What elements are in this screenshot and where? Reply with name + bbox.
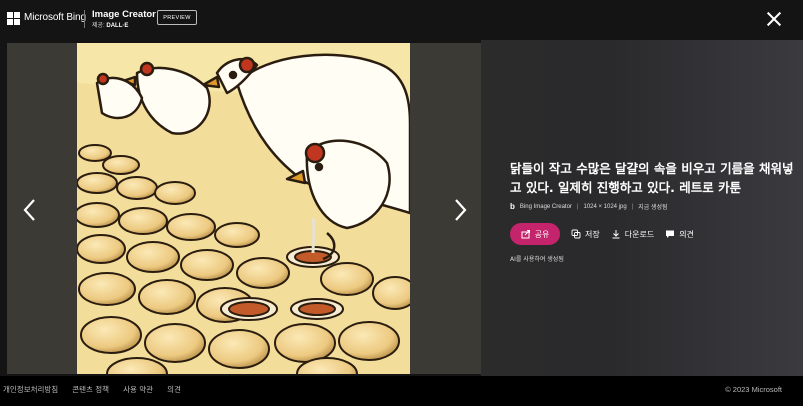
chevron-right-icon [455, 199, 467, 221]
share-icon [521, 230, 530, 239]
next-image-button[interactable] [450, 195, 470, 225]
details-panel: 닭들이 작고 수많은 달걀의 속을 비우고 기름을 채워넣고 있다. 일제히 진… [481, 40, 803, 376]
generated-image[interactable] [77, 43, 410, 374]
image-meta: b Bing Image Creator | 1024 × 1024 jpg |… [510, 202, 668, 211]
copyright: © 2023 Microsoft [725, 385, 782, 394]
share-label: 공유 [534, 229, 550, 239]
header-divider [84, 10, 85, 28]
close-icon[interactable] [765, 10, 783, 28]
feedback-label: 의견 [679, 229, 694, 239]
brand-label[interactable]: Microsoft Bing [24, 12, 86, 23]
share-button[interactable]: 공유 [510, 223, 560, 245]
product-title[interactable]: Image Creator [92, 9, 156, 20]
powered-by-name: DALL·E [106, 23, 129, 29]
bing-logo-icon: b [510, 202, 515, 211]
footer-link-feedback[interactable]: 의견 [167, 384, 181, 395]
feedback-icon [666, 230, 675, 238]
microsoft-logo-icon[interactable] [7, 12, 20, 25]
download-icon [612, 230, 620, 239]
meta-source: Bing Image Creator [519, 203, 572, 210]
footer-link-terms[interactable]: 사용 약관 [123, 384, 153, 395]
footer-links: 개인정보처리방침 콘텐츠 정책 사용 약관 의견 [3, 384, 181, 395]
meta-separator: | [576, 203, 579, 210]
save-label: 저장 [585, 229, 600, 239]
powered-by: 제공: DALL·E [92, 20, 128, 29]
download-label: 다운로드 [624, 229, 655, 239]
meta-resolution: 1024 × 1024 jpg [583, 203, 627, 210]
header-bar: Microsoft Bing Image Creator 제공: DALL·E … [0, 0, 803, 40]
footer-link-content-policy[interactable]: 콘텐츠 정책 [72, 384, 109, 395]
generated-image-illustration [77, 43, 410, 374]
save-button[interactable]: 저장 [571, 229, 600, 240]
meta-time: 지금 생성됨 [638, 205, 668, 211]
footer-link-privacy[interactable]: 개인정보처리방침 [3, 384, 58, 395]
image-stage [7, 43, 481, 374]
action-bar: 공유 저장 다운로드 의견 [510, 223, 694, 245]
save-icon [571, 229, 581, 239]
meta-separator: | [631, 203, 634, 210]
feedback-button[interactable]: 의견 [665, 229, 694, 240]
powered-by-prefix: 제공: [92, 23, 105, 29]
footer: 개인정보처리방침 콘텐츠 정책 사용 약관 의견 © 2023 Microsof… [0, 376, 803, 406]
image-description: 닭들이 작고 수많은 달걀의 속을 비우고 기름을 채워넣고 있다. 일제히 진… [510, 161, 794, 195]
preview-badge: PREVIEW [157, 10, 197, 25]
chevron-left-icon [23, 199, 35, 221]
ai-generated-note: AI를 사용하여 생성됨 [510, 256, 564, 263]
download-button[interactable]: 다운로드 [611, 229, 654, 240]
previous-image-button[interactable] [20, 195, 40, 225]
